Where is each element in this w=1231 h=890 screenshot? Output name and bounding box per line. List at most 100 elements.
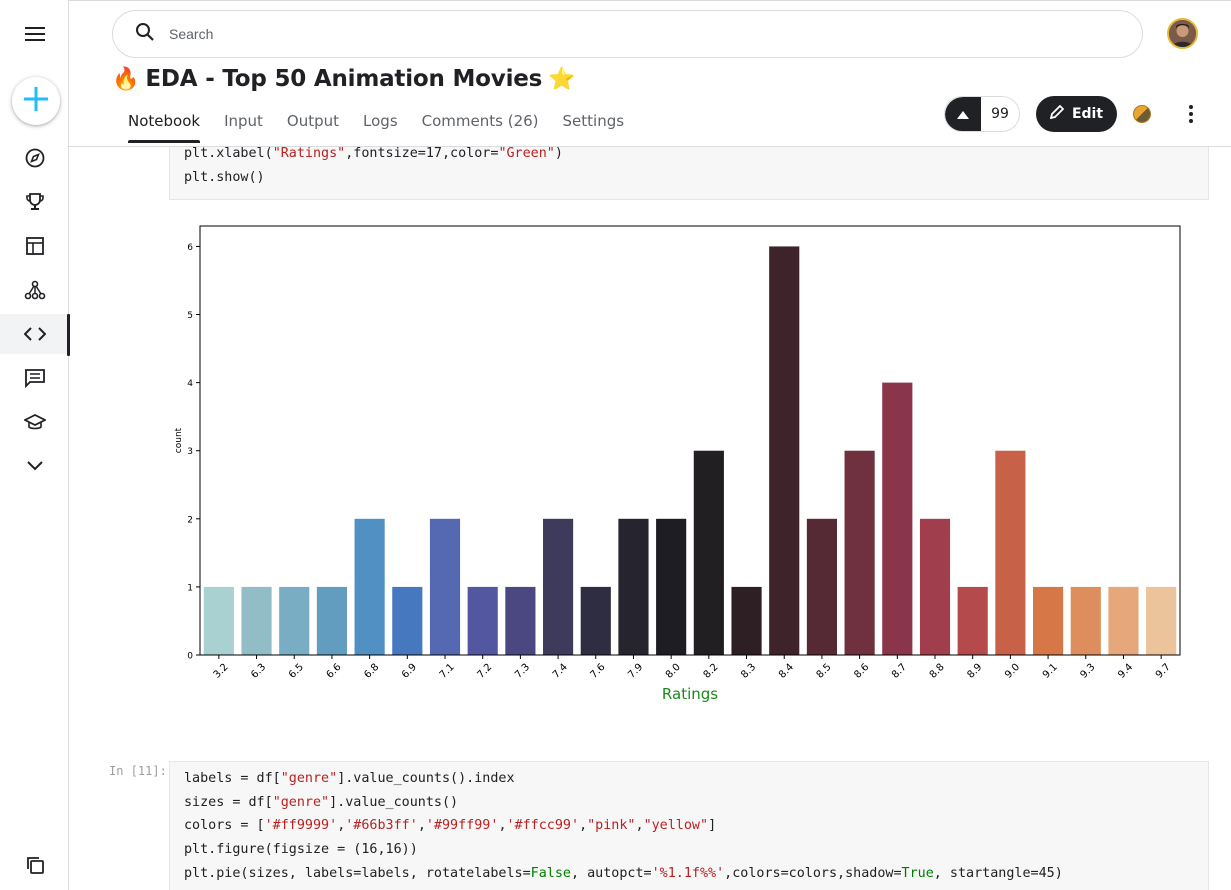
tab-input[interactable]: Input <box>224 112 263 142</box>
avatar[interactable] <box>1167 18 1198 49</box>
code-line: plt.xlabel("Ratings",fontsize=17,color="… <box>184 147 563 161</box>
code-icon[interactable] <box>0 314 70 356</box>
x-tick-label: 9.7 <box>1154 662 1173 681</box>
notebook-content: plt.xlabel("Ratings",fontsize=17,color="… <box>69 147 1231 890</box>
code-line: sizes = df["genre"].value_counts() <box>184 794 459 810</box>
x-tick-label: 3.2 <box>212 662 231 681</box>
learn-icon[interactable] <box>0 402 69 442</box>
star-emoji-icon: ⭐ <box>548 66 576 91</box>
notebook-header: 🔥 EDA - Top 50 Animation Movies ⭐ Notebo… <box>69 0 1231 147</box>
x-tick-label: 6.6 <box>325 662 344 681</box>
bar-3.2 <box>203 586 234 655</box>
tab-notebook[interactable]: Notebook <box>128 112 201 143</box>
bar-9.4 <box>1108 586 1139 655</box>
y-tick-label: 6 <box>187 243 193 253</box>
code-cell[interactable]: plt.xlabel("Ratings",fontsize=17,color="… <box>169 147 1209 200</box>
search-input[interactable] <box>169 26 1069 42</box>
x-tick-label: 7.2 <box>475 662 494 681</box>
x-tick-label: 6.8 <box>362 662 381 681</box>
code-line: plt.pie(sizes, labels=labels, rotatelabe… <box>184 865 1063 881</box>
x-tick-label: 8.8 <box>928 662 947 681</box>
fire-emoji-icon: 🔥 <box>112 66 140 91</box>
trophy-icon[interactable] <box>0 182 69 222</box>
pencil-icon <box>1049 104 1065 123</box>
bar-6.8 <box>354 518 385 655</box>
upvote-control: 99 <box>944 96 1020 132</box>
tab-settings[interactable]: Settings <box>563 112 625 142</box>
models-icon[interactable] <box>0 270 69 310</box>
bar-8.8 <box>919 518 951 655</box>
tab-comments[interactable]: Comments (26) <box>422 112 539 142</box>
top-divider <box>69 0 1231 1</box>
bar-6.6 <box>316 586 347 655</box>
bar-9.0 <box>995 450 1026 655</box>
table-icon[interactable] <box>0 226 69 266</box>
menu-icon[interactable] <box>0 14 69 54</box>
x-tick-label: 8.0 <box>664 662 683 681</box>
y-tick-label: 4 <box>187 379 193 389</box>
bar-6.5 <box>279 586 310 655</box>
x-tick-label: 7.3 <box>513 662 532 681</box>
x-tick-label: 6.5 <box>287 662 306 681</box>
x-tick-label: 6.3 <box>249 662 268 681</box>
more-options-icon[interactable] <box>1181 102 1201 126</box>
bar-8.7 <box>882 382 913 655</box>
y-tick-label: 3 <box>187 447 193 457</box>
upvote-button[interactable] <box>945 97 981 131</box>
plus-icon <box>23 86 49 117</box>
x-tick-label: 8.9 <box>965 662 984 681</box>
x-tick-label: 8.4 <box>777 662 796 681</box>
bar-7.1 <box>429 518 461 655</box>
left-sidebar <box>0 0 70 890</box>
create-button[interactable] <box>12 77 60 125</box>
bar-7.3 <box>505 586 536 655</box>
caret-up-icon <box>957 106 969 124</box>
x-tick-label: 7.9 <box>626 662 645 681</box>
x-tick-label: 8.7 <box>890 662 909 681</box>
bar-7.9 <box>618 518 649 655</box>
code-line: colors = ['#ff9999','#66b3ff','#99ff99',… <box>184 818 717 834</box>
x-tick-label: 9.0 <box>1003 662 1022 681</box>
notebook-title: 🔥 EDA - Top 50 Animation Movies ⭐ <box>112 66 576 92</box>
bar-7.2 <box>467 586 498 655</box>
search-icon <box>135 22 155 47</box>
code-line: plt.figure(figsize = (16,16)) <box>184 842 418 858</box>
copy-icon[interactable] <box>0 845 69 885</box>
y-tick-label: 5 <box>187 311 193 321</box>
bar-8.0 <box>656 518 687 655</box>
edit-label: Edit <box>1071 106 1104 122</box>
search-bar[interactable] <box>112 10 1143 58</box>
bar-8.4 <box>769 246 800 655</box>
bar-8.9 <box>957 586 988 655</box>
bar-7.4 <box>543 518 574 655</box>
bar-9.1 <box>1033 586 1064 655</box>
chart-bars <box>203 246 1177 655</box>
x-axis-label: Ratings <box>662 685 718 703</box>
x-tick-label: 9.3 <box>1078 662 1097 681</box>
tab-logs[interactable]: Logs <box>363 112 398 142</box>
compass-icon[interactable] <box>0 138 69 178</box>
discussion-icon[interactable] <box>0 358 69 398</box>
bar-8.5 <box>806 518 837 655</box>
y-tick-label: 0 <box>187 652 193 662</box>
page-title: EDA - Top 50 Animation Movies <box>145 66 543 92</box>
chevron-down-icon[interactable] <box>0 446 69 486</box>
x-tick-label: 9.4 <box>1116 662 1135 681</box>
x-tick-label: 8.6 <box>852 662 871 681</box>
vote-count: 99 <box>991 106 1009 122</box>
x-tick-label: 8.5 <box>815 662 834 681</box>
code-cell-pie[interactable]: labels = df["genre"].value_counts().inde… <box>169 761 1209 890</box>
x-tick-label: 7.1 <box>438 662 457 681</box>
notebook-tabs: Notebook Input Output Logs Comments (26)… <box>128 112 648 143</box>
x-tick-label: 8.2 <box>702 662 721 681</box>
y-tick-label: 1 <box>187 583 193 593</box>
tab-output[interactable]: Output <box>287 112 339 142</box>
code-line: labels = df["genre"].value_counts().inde… <box>184 771 515 786</box>
bar-6.3 <box>241 586 272 655</box>
medal-icon[interactable] <box>1133 105 1151 123</box>
x-tick-label: 7.4 <box>551 662 570 681</box>
ratings-bar-chart: 3.2 6.3 6.5 6.6 6.8 6.9 7.1 7.2 7.3 7.4 7.6 7.9 8.0 8… <box>174 225 1181 703</box>
y-axis-label: count <box>174 427 184 453</box>
edit-button[interactable]: Edit <box>1036 96 1117 132</box>
x-tick-label: 7.6 <box>588 662 607 681</box>
